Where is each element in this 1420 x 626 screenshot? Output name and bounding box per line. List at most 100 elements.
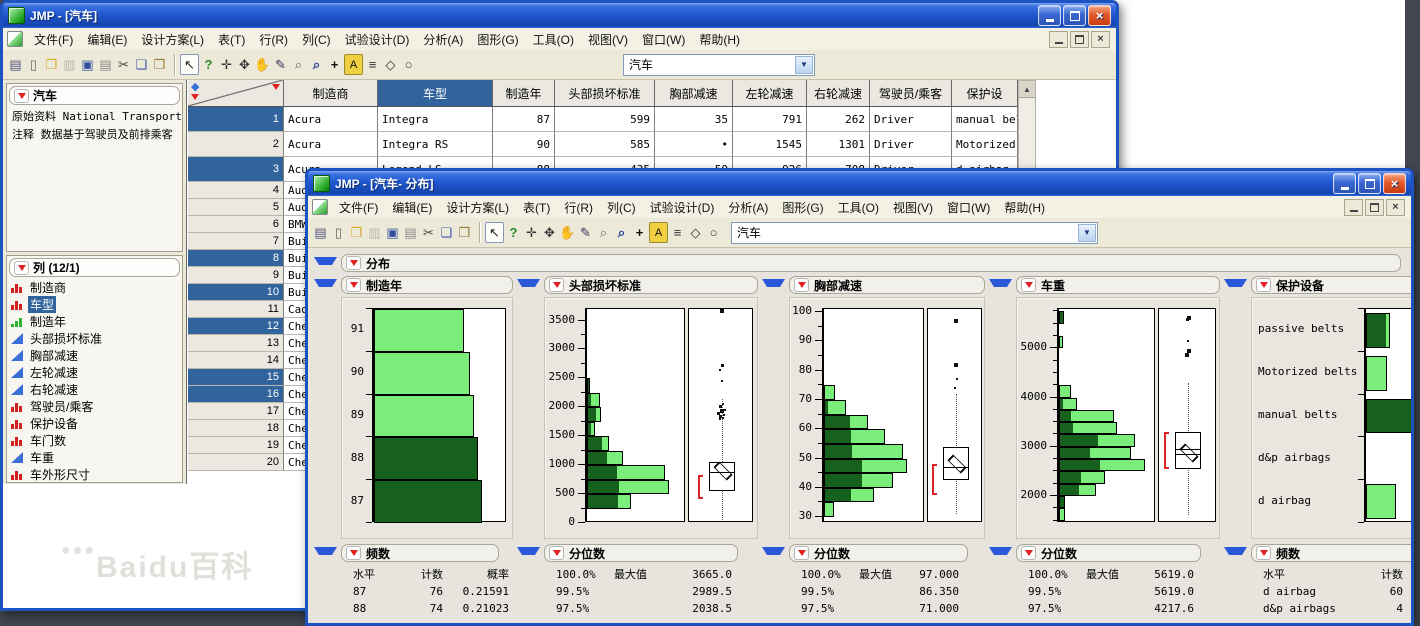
menu-item-设计方案(L)[interactable]: 设计方案(L) [439, 197, 516, 218]
fg-titlebar[interactable]: JMP - [汽车- 分布] × [308, 171, 1411, 196]
menu-item-帮助(H)[interactable]: 帮助(H) [997, 197, 1052, 218]
menu-item-窗口(W)[interactable]: 窗口(W) [940, 197, 997, 218]
collapse-arrow-icon[interactable] [762, 547, 785, 560]
histogram-bar[interactable] [374, 352, 470, 395]
histogram-bar[interactable] [824, 502, 834, 517]
bg-minimize-button[interactable] [1038, 5, 1061, 26]
histogram-bar[interactable] [587, 494, 631, 508]
menu-item-窗口(W)[interactable]: 窗口(W) [635, 29, 692, 50]
sidebar-item-制造商[interactable]: 制造商 [7, 279, 182, 296]
scroller-tool-icon[interactable]: ≡ [669, 223, 686, 242]
scroll-up-button[interactable]: ▲ [1019, 81, 1035, 98]
menu-item-编辑(E)[interactable]: 编辑(E) [80, 29, 134, 50]
menu-item-表(T)[interactable]: 表(T) [516, 197, 557, 218]
column-header-制造商[interactable]: 制造商 [284, 80, 378, 107]
save-as-disabled-icon[interactable]: ▥ [366, 223, 383, 242]
menu-item-分析(A)[interactable]: 分析(A) [721, 197, 775, 218]
column-header-左轮减速[interactable]: 左轮减速 [733, 80, 807, 107]
collapse-arrow-icon[interactable] [314, 279, 337, 292]
row-number[interactable]: 4 [188, 182, 284, 199]
chevron-down-icon[interactable]: ▼ [795, 56, 813, 74]
collapse-arrow-icon[interactable] [517, 547, 540, 560]
collapse-arrow-icon[interactable] [314, 547, 337, 560]
histogram-bar[interactable] [1366, 399, 1411, 434]
new-data-table-icon[interactable]: ▯ [330, 223, 347, 242]
table-cell[interactable]: 791 [733, 107, 807, 132]
menu-item-行(R)[interactable]: 行(R) [252, 29, 295, 50]
menu-item-工具(O)[interactable]: 工具(O) [526, 29, 581, 50]
table-cell[interactable]: 599 [555, 107, 655, 132]
sidebar-item-保护设备[interactable]: 保护设备 [7, 415, 182, 432]
bg-child-restore-button[interactable] [1070, 31, 1089, 48]
histogram-bar[interactable] [1059, 434, 1135, 446]
menu-item-图形(G)[interactable]: 图形(G) [470, 29, 525, 50]
histogram-bar[interactable] [1059, 447, 1131, 459]
fg-minimize-button[interactable] [1333, 173, 1356, 194]
histogram-bar[interactable] [824, 473, 893, 488]
histogram-bar[interactable] [587, 451, 623, 465]
histogram-bar[interactable] [824, 400, 846, 415]
row-number[interactable]: 16 [188, 386, 284, 403]
save-as-disabled-icon[interactable]: ▥ [61, 55, 78, 74]
table-corner-cell[interactable]: ◆ [188, 80, 284, 107]
menu-item-行(R)[interactable]: 行(R) [557, 197, 600, 218]
collapse-arrow-icon[interactable] [517, 279, 540, 292]
menu-item-视图(V)[interactable]: 视图(V) [886, 197, 940, 218]
brush-tool-icon[interactable]: ✛ [523, 223, 540, 242]
arrow-tool-icon[interactable]: ↖ [180, 54, 199, 75]
row-number[interactable]: 12 [188, 318, 284, 335]
stats-header[interactable]: 分位数 [544, 544, 738, 562]
copy-icon[interactable]: ❏ [133, 55, 150, 74]
menu-item-列(C)[interactable]: 列(C) [295, 29, 338, 50]
collapse-arrow-icon[interactable] [1224, 547, 1247, 560]
histogram-bar[interactable] [1059, 311, 1064, 323]
histogram-bar[interactable] [1366, 313, 1390, 348]
histogram-bar[interactable] [1059, 471, 1105, 483]
row-number[interactable]: 17 [188, 403, 284, 420]
zoom-out-tool-icon[interactable]: ⌕ [290, 55, 307, 74]
menu-item-文件(F)[interactable]: 文件(F) [27, 29, 80, 50]
histogram-bar[interactable] [374, 437, 478, 480]
table-cell[interactable]: 262 [807, 107, 870, 132]
histogram-bar[interactable] [1059, 459, 1145, 471]
disclosure-button[interactable] [346, 256, 361, 270]
zoom-in-tool-icon[interactable]: ⌕ [613, 223, 630, 242]
histogram-bar[interactable] [1059, 422, 1117, 434]
row-number[interactable]: 20 [188, 454, 284, 471]
histogram-bar[interactable] [1059, 398, 1077, 410]
column-header-右轮减速[interactable]: 右轮减速 [807, 80, 870, 107]
panel-header[interactable]: 头部损坏标准 [544, 276, 758, 294]
table-cell[interactable]: 87 [493, 107, 555, 132]
histogram-bar[interactable] [824, 385, 835, 400]
histogram-bar[interactable] [587, 422, 595, 436]
row-number[interactable]: 8 [188, 250, 284, 267]
row-number[interactable]: 6 [188, 216, 284, 233]
table-row[interactable]: 1AcuraIntegra8759935791262Drivermanual b… [188, 107, 1116, 132]
rows-menu-icon[interactable] [272, 84, 280, 94]
fg-close-button[interactable]: × [1383, 173, 1406, 194]
panel-header[interactable]: 制造年 [341, 276, 513, 294]
disclosure-button[interactable] [794, 278, 809, 292]
polygon-tool-icon[interactable]: ◇ [687, 223, 704, 242]
bg-close-button[interactable]: × [1088, 5, 1111, 26]
row-number[interactable]: 14 [188, 352, 284, 369]
table-cell[interactable]: Integra RS [378, 132, 493, 157]
sidebar-item-车重[interactable]: 车重 [7, 449, 182, 466]
disclosure-button[interactable] [14, 261, 29, 275]
table-cell[interactable]: manual bel [952, 107, 1018, 132]
menu-item-试验设计(D)[interactable]: 试验设计(D) [338, 29, 417, 50]
stats-header[interactable]: 频数 [1251, 544, 1411, 562]
table-cell[interactable]: 1301 [807, 132, 870, 157]
annotate-tool-icon[interactable]: A [344, 54, 363, 75]
disclosure-button[interactable] [549, 546, 564, 560]
sidebar-item-车门数[interactable]: 车门数 [7, 432, 182, 449]
disclosure-button[interactable] [1021, 546, 1036, 560]
column-header-驾驶员/乘客[interactable]: 驾驶员/乘客 [870, 80, 952, 107]
menu-item-列(C)[interactable]: 列(C) [600, 197, 643, 218]
row-number[interactable]: 15 [188, 369, 284, 386]
row-number[interactable]: 19 [188, 437, 284, 454]
column-header-车型[interactable]: 车型 [378, 80, 493, 107]
disclosure-button[interactable] [346, 278, 361, 292]
disclosure-button[interactable] [14, 89, 29, 103]
paste-icon[interactable]: ❒ [151, 55, 168, 74]
